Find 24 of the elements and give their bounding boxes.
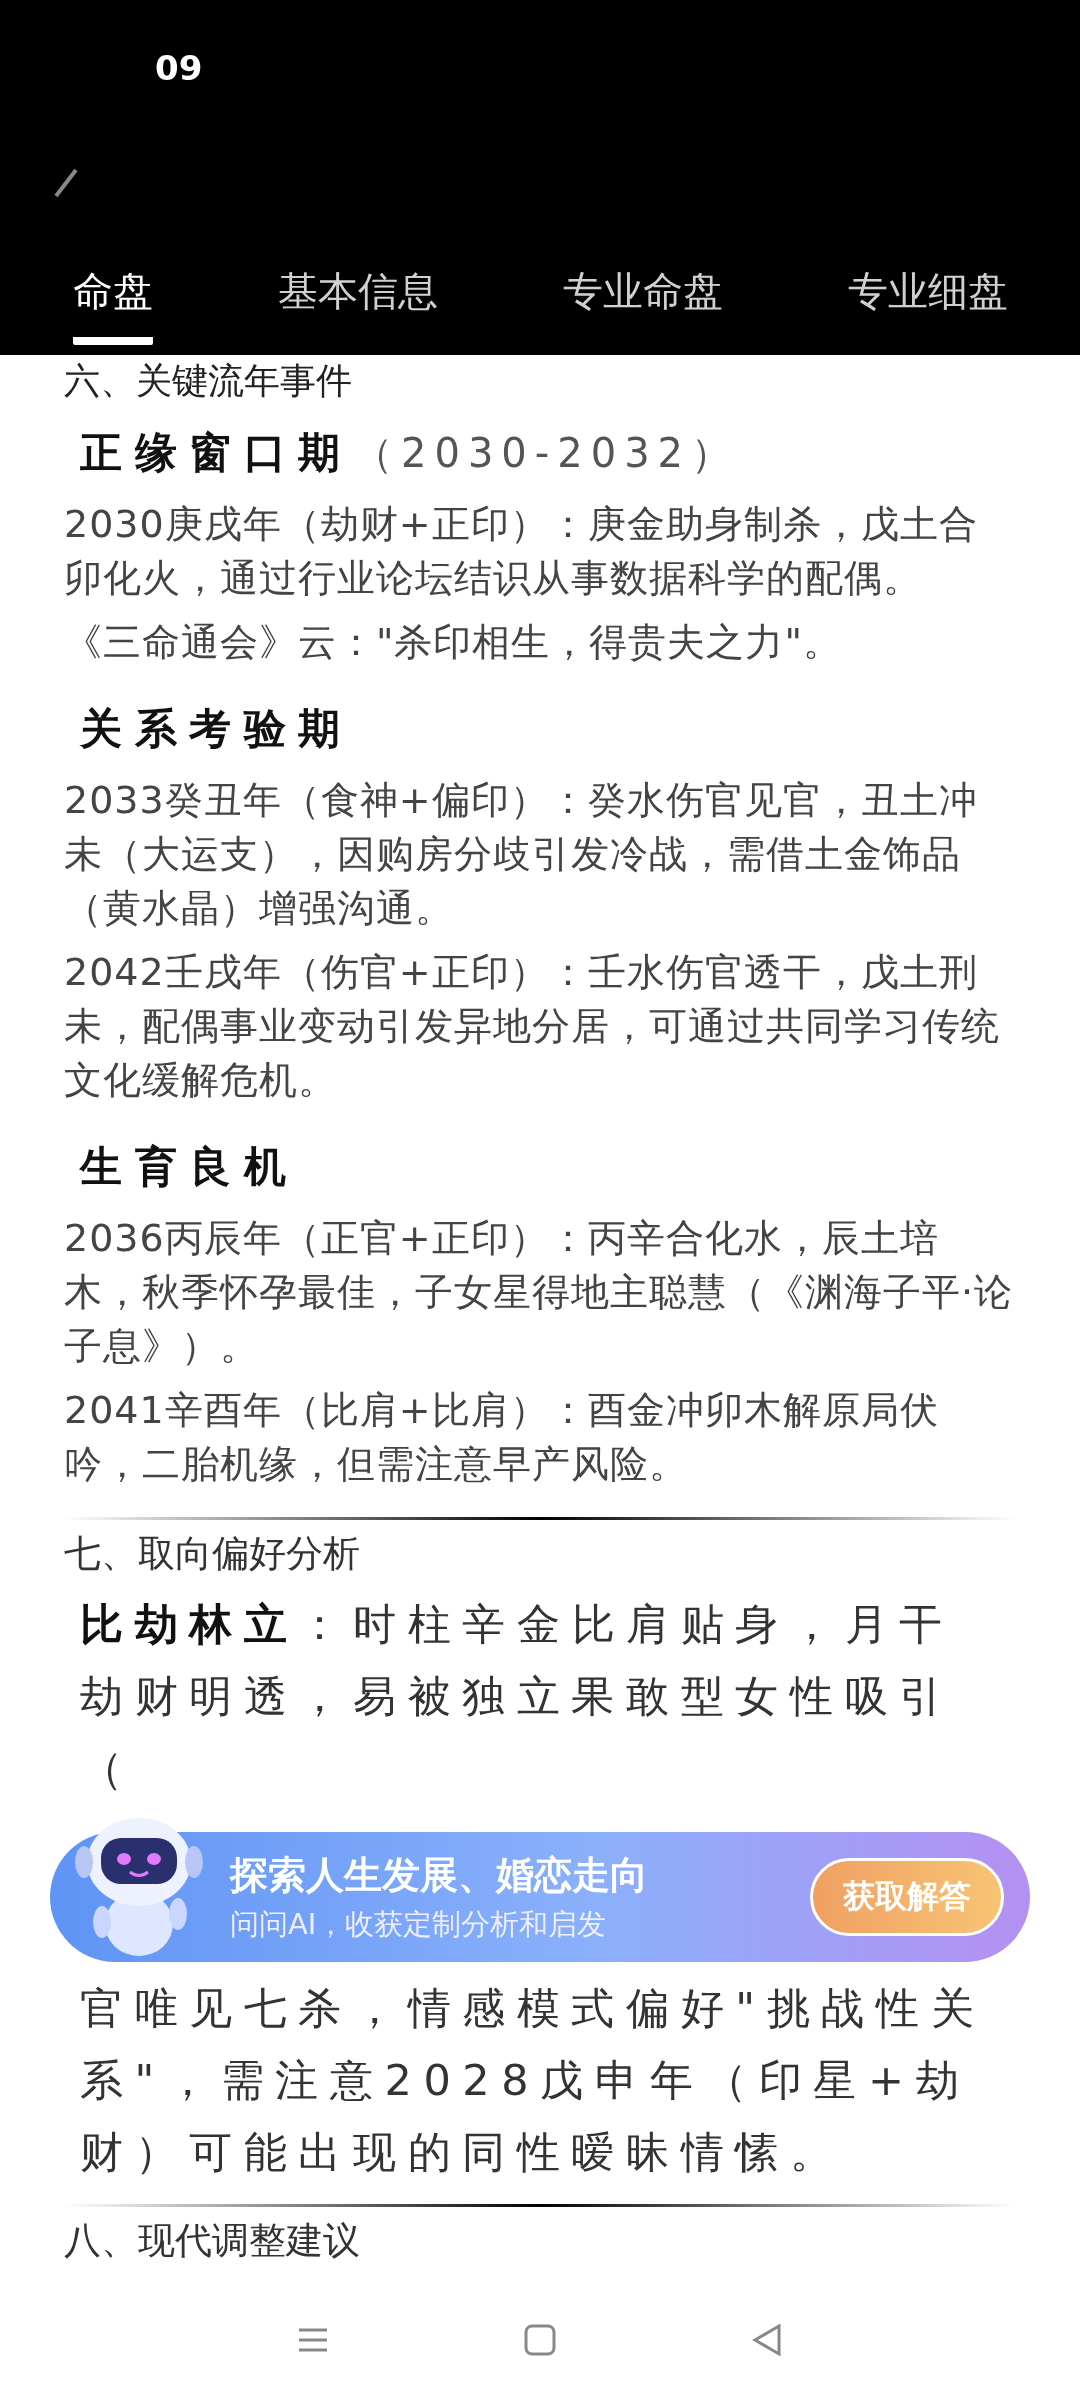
- banner-subtitle: 问问AI，收获定制分析和启发: [230, 1905, 608, 1943]
- period-years: （2030-2032）: [353, 429, 740, 478]
- paragraph: 2041辛酉年（比肩+比肩）：酉金冲卯木解原局伏吟，二胎机缘，但需注意早产风险。: [64, 1387, 940, 1488]
- section-title: 八、现代调整建议: [64, 2218, 361, 2264]
- tab[interactable]: 专业命盘: [562, 236, 723, 345]
- period-title: 生育良机: [80, 1141, 299, 1193]
- status-time: 09: [155, 48, 203, 88]
- paragraph: 《三命通会》云："杀印相生，得贵夫之力"。: [64, 619, 843, 666]
- home-icon[interactable]: [522, 2322, 558, 2358]
- period-title: 关系考验期: [80, 703, 353, 755]
- paragraph: 2030庚戌年（劫财+正印）：庚金助身制杀，戊土合卯化火，通过行业论坛结识从事数据科学的配偶。: [64, 501, 979, 602]
- bracket-text: （: [80, 1742, 135, 1795]
- paragraph: 2033癸丑年（食神+偏印）：癸水伤官见官，丑土冲未（大运支），因购房分歧引发冷战，需借土金饰品（黄水晶）增强沟通。: [64, 777, 979, 932]
- tab[interactable]: 专业细盘: [847, 236, 1008, 345]
- paragraph: 官唯见七杀，情感模式偏好"挑战性关系"，需注意2028戊申年（印星+劫财）可能出现的同性暧昧情愫。: [80, 1982, 987, 2179]
- paragraph: 2042壬戌年（伤官+正印）：壬水伤官透干，戊土刑未，配偶事业变动引发异地分居，可通过共同学习传统文化缓解危机。: [64, 949, 1001, 1104]
- tab[interactable]: 命盘: [72, 236, 153, 345]
- section-title: 六、关键流年事件: [64, 359, 353, 403]
- tab[interactable]: 基本信息: [277, 236, 438, 345]
- banner-title: 探索人生发展、婚恋走向: [230, 1851, 649, 1899]
- period-title: 正缘窗口期: [80, 427, 353, 479]
- paragraph: 比劫林立：时柱辛金比肩贴身，月干劫财明透，易被独立果敢型女性吸引: [80, 1598, 955, 1723]
- section-title: 七、取向偏好分析: [64, 1531, 361, 1577]
- paragraph: 2036丙辰年（正官+正印）：丙辛合化水，辰土培木，秋季怀孕最佳，子女星得地主聪慧（《渊海子平·论子息》）。: [64, 1215, 1015, 1370]
